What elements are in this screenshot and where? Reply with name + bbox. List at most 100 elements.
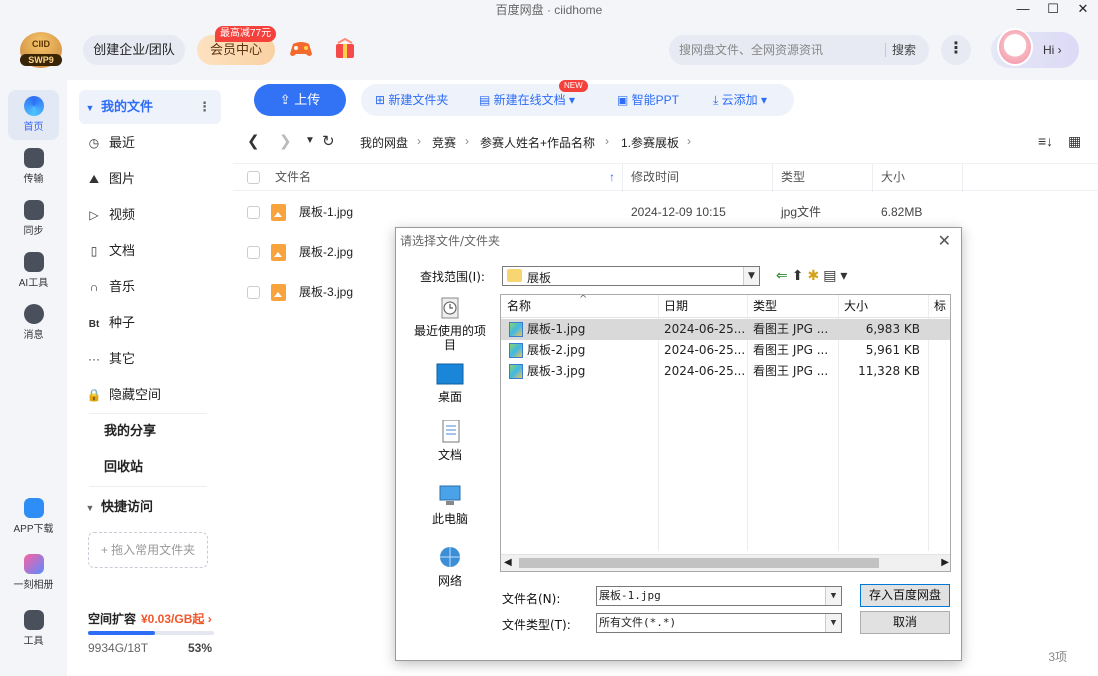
look-in-select[interactable]: 展板 ▼ [502, 266, 760, 286]
place-this-pc[interactable]: 此电脑 [410, 484, 490, 526]
divider [89, 486, 207, 487]
new-folder-button[interactable]: ⊞ 新建文件夹 [375, 84, 448, 116]
nav-label: AI工具 [18, 278, 49, 289]
more-dots-icon[interactable]: ⋮ [198, 90, 211, 124]
up-folder-icon[interactable]: ⬆ [792, 268, 808, 284]
column-header-type[interactable]: 类型 [781, 164, 805, 192]
create-team-button[interactable]: 创建企业/团队 [83, 35, 185, 65]
select-all-checkbox[interactable] [247, 171, 260, 184]
filetype-select[interactable]: 所有文件(*.*) ▼ [596, 613, 842, 633]
quick-access-drop-zone[interactable]: + 拖入常用文件夹 [88, 532, 208, 568]
col-date[interactable]: 日期 [658, 295, 688, 318]
place-label: 桌面 [437, 390, 462, 404]
sidebar-item-videos[interactable]: ▷ 视频 [79, 198, 221, 232]
scrollbar-thumb[interactable] [519, 558, 879, 568]
nav-transfer[interactable]: 传输 [8, 142, 59, 192]
sidebar-my-share[interactable]: 我的分享 [79, 414, 221, 448]
file-picker-dialog: 请选择文件/文件夹 ✕ 查找范围(I): 展板 ▼ ⇐⬆✱▤▾ 最近使用的项目 … [395, 227, 962, 661]
crumb-item[interactable]: 参赛人姓名+作品名称 [480, 134, 595, 151]
nav-album[interactable]: 一刻相册 [8, 548, 59, 598]
upload-icon: ⇪ [279, 92, 295, 107]
table-row[interactable]: 展板-1.jpg 2024-12-09 10:15 jpg文件 6.82MB [233, 192, 1098, 232]
new-folder-icon[interactable]: ✱ [807, 268, 823, 284]
place-desktop[interactable]: 桌面 [410, 362, 490, 404]
more-menu-button[interactable]: ⋮ [941, 35, 971, 65]
search-button[interactable]: 搜索 [892, 35, 916, 65]
column-header-size[interactable]: 大小 [881, 164, 905, 192]
space-expand-price[interactable]: ¥0.03/GB起 › [141, 610, 212, 627]
sidebar-item-music[interactable]: ∩ 音乐 [79, 270, 221, 304]
col-size[interactable]: 大小 [838, 295, 868, 318]
row-checkbox[interactable] [247, 246, 260, 259]
place-network[interactable]: 网络 [410, 546, 490, 588]
place-label: 最近使用的项目 [413, 324, 486, 352]
space-expand-title[interactable]: 空间扩容 [88, 610, 136, 627]
scroll-left-icon[interactable]: ◀ [504, 555, 512, 571]
close-icon[interactable]: ✕ [938, 231, 951, 250]
sort-icon[interactable]: ≡↓ [1038, 133, 1053, 149]
refresh-icon[interactable]: ↻ [322, 132, 335, 150]
minimize-button[interactable]: — [1008, 0, 1038, 20]
list-item[interactable]: 展板-2.jpg 2024-06-25... 看图王 JPG ... 5,961… [501, 340, 950, 361]
folder-plus-icon: ⊞ [375, 93, 389, 107]
tools-icon [23, 610, 44, 630]
smart-ppt-button[interactable]: ▣ 智能PPT [617, 84, 679, 116]
sidebar-item-documents[interactable]: ▯ 文档 [79, 234, 221, 268]
search-input[interactable]: 搜网盘文件、全网资源资讯 [679, 35, 879, 65]
user-profile-button[interactable]: Hi › [991, 28, 1079, 68]
crumb-item[interactable]: 竞赛 [432, 134, 456, 151]
row-checkbox[interactable] [247, 206, 260, 219]
sidebar-my-files[interactable]: ▼ 我的文件 ⋮ [79, 90, 221, 124]
sidebar-quick-access[interactable]: ▼ 快捷访问 [79, 490, 221, 524]
nav-tools[interactable]: 工具 [8, 604, 59, 654]
col-type[interactable]: 类型 [747, 295, 777, 318]
place-documents[interactable]: 文档 [410, 420, 490, 462]
list-item[interactable]: 展板-3.jpg 2024-06-25... 看图王 JPG ... 11,32… [501, 361, 950, 382]
maximize-button[interactable]: ☐ [1038, 0, 1068, 20]
storage-progress-fill [88, 631, 155, 635]
list-item[interactable]: 展板-1.jpg 2024-06-25... 看图王 JPG ... 6,983… [501, 319, 950, 340]
close-window-button[interactable]: ✕ [1068, 0, 1098, 20]
col-tags[interactable]: 标 [928, 295, 946, 318]
jpg-file-icon [509, 343, 523, 358]
sidebar-item-other[interactable]: ··· 其它 [79, 342, 221, 376]
column-header-mtime[interactable]: 修改时间 [631, 164, 679, 192]
chevron-down-icon[interactable]: ▼ [825, 614, 841, 632]
nav-app-download[interactable]: APP下载 [8, 492, 59, 542]
sidebar-item-torrents[interactable]: Bt 种子 [79, 306, 221, 340]
nav-ai-tools[interactable]: AI工具 [8, 246, 59, 296]
history-dropdown-icon[interactable]: ▼ [305, 135, 315, 146]
chevron-down-icon[interactable]: ▼ [825, 587, 841, 605]
sidebar-item-images[interactable]: ⛰ 图片 [79, 162, 221, 196]
crumb-item[interactable]: 我的网盘 [360, 134, 408, 151]
sidebar-item-recent[interactable]: ◷ 最近 [79, 126, 221, 160]
column-header-name[interactable]: 文件名 [275, 164, 311, 192]
back-icon[interactable]: ❮ [247, 132, 260, 150]
col-name[interactable]: 名称 [501, 295, 531, 318]
sidebar-recycle-bin[interactable]: 回收站 [79, 450, 221, 484]
scroll-right-icon[interactable]: ▶ [941, 555, 949, 571]
filename-input[interactable]: 展板-1.jpg ▼ [596, 586, 842, 606]
sidebar-item-hidden-space[interactable]: 🔒 隐藏空间 [79, 378, 221, 412]
upload-button[interactable]: ⇪ 上传 [254, 84, 346, 116]
place-recent[interactable]: 最近使用的项目 [410, 296, 490, 352]
view-menu-icon[interactable]: ▤▾ [823, 268, 851, 284]
brand-logo[interactable]: CIID SWP9 [20, 32, 62, 68]
cancel-button[interactable]: 取消 [860, 611, 950, 634]
crumb-item[interactable]: 1.参赛展板 [621, 134, 679, 151]
save-to-netdisk-button[interactable]: 存入百度网盘 [860, 584, 950, 607]
horizontal-scrollbar[interactable]: ◀ ▶ [501, 554, 950, 571]
back-arrow-icon[interactable]: ⇐ [776, 268, 792, 284]
grid-view-icon[interactable]: ▦ [1068, 133, 1081, 150]
row-checkbox[interactable] [247, 286, 260, 299]
sort-asc-icon[interactable]: ↑ [609, 164, 615, 192]
nav-sync[interactable]: 同步 [8, 194, 59, 244]
nav-home[interactable]: 首页 [8, 90, 59, 140]
chevron-down-icon[interactable]: ▼ [743, 267, 759, 285]
game-icon[interactable] [288, 38, 314, 60]
nav-messages[interactable]: 消息 [8, 298, 59, 348]
forward-icon[interactable]: ❯ [279, 132, 292, 150]
cloud-add-button[interactable]: ⤓ 云添加 ▾ [713, 84, 767, 116]
file-mtime: 2024-12-09 10:15 [631, 205, 726, 219]
gift-icon[interactable] [334, 38, 356, 60]
